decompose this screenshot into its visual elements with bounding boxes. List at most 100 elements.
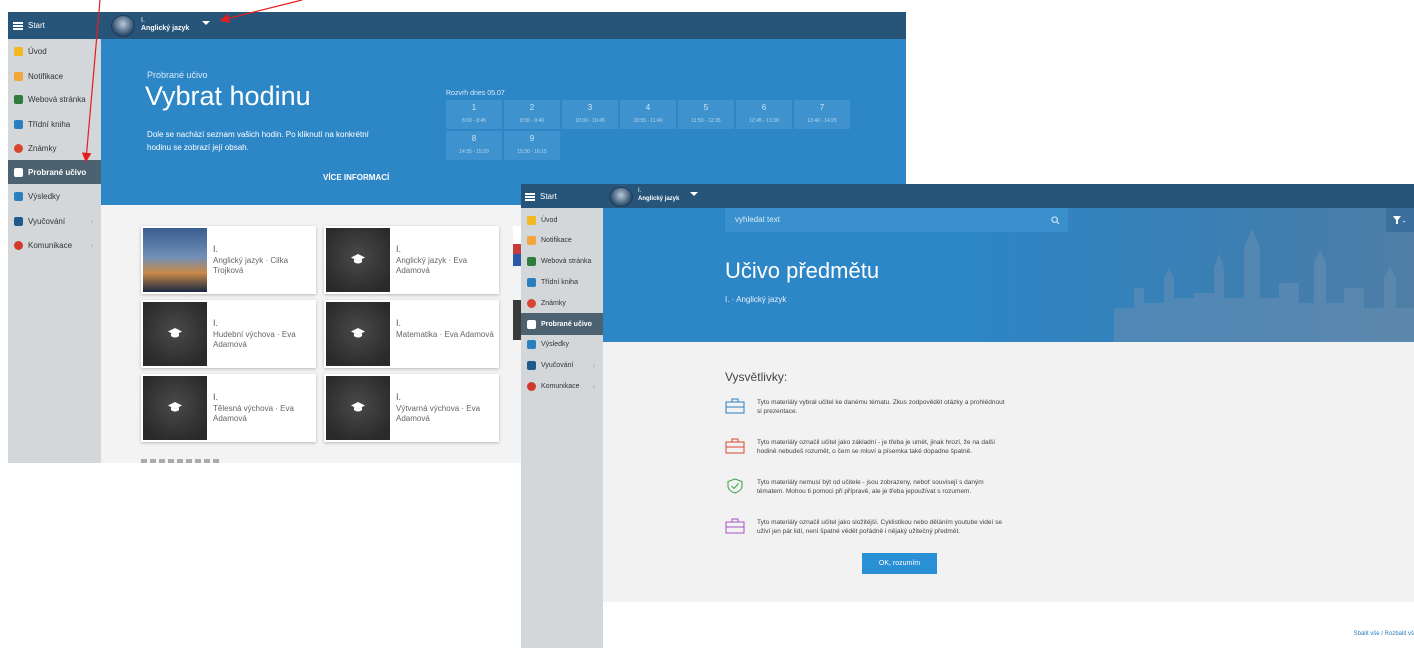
timetable-slot[interactable]: 6 12:45 - 13:30	[736, 100, 792, 129]
timetable-slot[interactable]: 8 14:35 - 15:20	[446, 131, 502, 160]
card-subject-teacher: Výtvarná výchova · Eva Adamová	[396, 404, 481, 423]
briefcase-icon	[14, 216, 23, 226]
slot-number: 8	[471, 134, 477, 143]
hamburger-icon	[525, 192, 535, 201]
card-subject-teacher: Matematika · Eva Adamová	[396, 330, 494, 339]
envelope-icon	[14, 71, 23, 81]
sidebar-item-tridni-kniha[interactable]: Třídní kniha	[521, 275, 603, 289]
lesson-card[interactable]: I. Hudební výchova · Eva Adamová	[141, 300, 316, 368]
subject-avatar[interactable]	[609, 187, 633, 207]
card-class: I.	[396, 392, 402, 402]
timetable-slot[interactable]: 3 10:00 - 10:45	[562, 100, 618, 129]
subject-class: I.	[638, 188, 642, 194]
flag-thumbnail-partial	[513, 226, 521, 266]
card-class: I.	[396, 244, 402, 254]
slot-number: 1	[471, 103, 477, 112]
sidebar: Úvod Notifikace Webová stránka Třídní kn…	[521, 208, 603, 648]
lesson-card[interactable]: I. Anglický jazyk · Cilka Trojková	[141, 226, 316, 294]
start-menu-button[interactable]: Start	[13, 21, 45, 30]
house-icon	[14, 94, 23, 104]
book-icon	[14, 119, 23, 129]
subject-avatar[interactable]	[111, 15, 135, 37]
footer-links: Sbalit vše / Rozbalit vš	[1353, 631, 1414, 637]
start-label: Start	[28, 21, 45, 30]
chevron-down-icon[interactable]	[202, 21, 210, 25]
graduation-cap-icon	[351, 254, 365, 264]
sidebar-item-znamky[interactable]: Známky	[521, 296, 603, 310]
collapse-all-link[interactable]: Sbalit vše	[1354, 631, 1380, 637]
bar-chart-icon	[14, 191, 23, 201]
timetable-slot[interactable]: 9 15:30 - 16:15	[504, 131, 560, 160]
legend-item-advanced: Tyto materiály označil učitel jako složi…	[725, 518, 1002, 536]
sidebar-item-znamky[interactable]: Známky	[8, 140, 101, 156]
sidebar-item-vysledky[interactable]: Výsledky	[521, 337, 603, 351]
sidebar-item-tridni-kniha[interactable]: Třídní kniha	[8, 116, 101, 132]
sidebar-item-vysledky[interactable]: Výsledky	[8, 188, 101, 204]
sidebar-item-vyucovani[interactable]: Vyučování ›	[521, 358, 603, 372]
subject-name[interactable]: Anglický jazyk	[638, 196, 679, 202]
filter-icon	[1393, 216, 1405, 224]
card-class: I.	[213, 392, 219, 402]
card-class: I.	[213, 318, 219, 328]
start-menu-button[interactable]: Start	[525, 192, 557, 201]
graduation-cap-thumbnail	[326, 302, 390, 366]
more-info-link[interactable]: VÍCE INFORMACÍ	[323, 173, 389, 182]
timetable-slot[interactable]: 1 8:00 - 8:45	[446, 100, 502, 129]
lesson-card[interactable]: I. Matematika · Eva Adamová	[324, 300, 499, 368]
legend-title: Vysvětlivky:	[725, 370, 788, 384]
slot-number: 6	[761, 103, 767, 112]
bar-chart-icon	[527, 339, 536, 349]
slot-time: 15:30 - 16:15	[517, 149, 547, 155]
slot-time: 10:00 - 10:45	[575, 118, 605, 124]
subject-name[interactable]: Anglický jazyk	[141, 25, 189, 32]
timetable-slot[interactable]: 7 13:40 - 14:25	[794, 100, 850, 129]
sidebar-item-vyucovani[interactable]: Vyučování ›	[8, 213, 101, 229]
graduation-cap-thumbnail	[326, 228, 390, 292]
legend-item-selected: Tyto materiály vybral učitel ke danému t…	[725, 398, 1005, 416]
legend-panel: Vysvětlivky: Tyto materiály vybral učite…	[603, 342, 1414, 602]
timetable-title: Rozvrh dnes 05.07	[446, 90, 505, 97]
search-input[interactable]: vyhledat text	[725, 208, 1068, 232]
section-heading-cut	[141, 459, 221, 463]
sidebar-item-uvod[interactable]: Úvod	[8, 43, 101, 59]
filter-button[interactable]	[1386, 208, 1414, 232]
top-bar: Start I. Anglický jazyk	[8, 12, 906, 39]
graduation-cap-icon	[168, 402, 182, 412]
lesson-card[interactable]: I. Výtvarná výchova · Eva Adamová	[324, 374, 499, 442]
slot-time: 13:40 - 14:25	[807, 118, 837, 124]
slot-number: 3	[587, 103, 593, 112]
graduation-cap-thumbnail	[143, 376, 207, 440]
timetable-slot[interactable]: 4 10:55 - 11:40	[620, 100, 676, 129]
shield-check-icon	[727, 478, 743, 494]
legend-item-related: Tyto materiály nemusí být od učitele - j…	[725, 478, 984, 496]
card-class: I.	[396, 318, 402, 328]
sidebar-item-webova-stranka[interactable]: Webová stránka	[521, 254, 603, 268]
sidebar-item-probrane-ucivo[interactable]: Probrané učivo	[8, 160, 101, 184]
envelope-icon	[527, 235, 536, 245]
sidebar-item-komunikace[interactable]: Komunikace ›	[521, 379, 603, 393]
card-subject-teacher: Hudební výchova · Eva Adamová	[213, 330, 296, 349]
expand-all-link[interactable]: Rozbalit vš	[1385, 631, 1414, 637]
legend-item-basic: Tyto materiály označil učitel jako zákla…	[725, 438, 995, 456]
lesson-card[interactable]: I. Tělesná výchova · Eva Adamová	[141, 374, 316, 442]
sidebar-item-notifikace[interactable]: Notifikace	[8, 68, 101, 84]
hero-banner: vyhledat text Učivo předmětu I. · Anglic…	[603, 208, 1414, 342]
sidebar-item-uvod[interactable]: Úvod	[521, 213, 603, 227]
search-icon[interactable]	[1051, 216, 1060, 225]
chevron-down-icon[interactable]	[690, 192, 698, 196]
house-icon	[527, 256, 536, 266]
briefcase-blue-icon	[725, 398, 745, 414]
chevron-right-icon: ›	[90, 240, 93, 250]
lesson-card[interactable]: I. Anglický jazyk · Eva Adamová	[324, 226, 499, 294]
sidebar-item-probrane-ucivo[interactable]: Probrané učivo	[521, 313, 603, 335]
timetable-slot[interactable]: 5 11:50 - 12:35	[678, 100, 734, 129]
timetable-slot[interactable]: 2 8:55 - 9:40	[504, 100, 560, 129]
graduation-cap-icon	[351, 328, 365, 338]
slot-time: 10:55 - 11:40	[633, 118, 663, 124]
sidebar-item-webova-stranka[interactable]: Webová stránka	[8, 91, 101, 107]
ok-understood-button[interactable]: OK, rozumím	[862, 553, 937, 574]
subject-class: I.	[141, 17, 145, 24]
sidebar-item-notifikace[interactable]: Notifikace	[521, 233, 603, 247]
hero-banner: Probrané učivo Vybrat hodinu Dole se nac…	[101, 39, 906, 205]
sidebar-item-komunikace[interactable]: Komunikace ›	[8, 237, 101, 253]
